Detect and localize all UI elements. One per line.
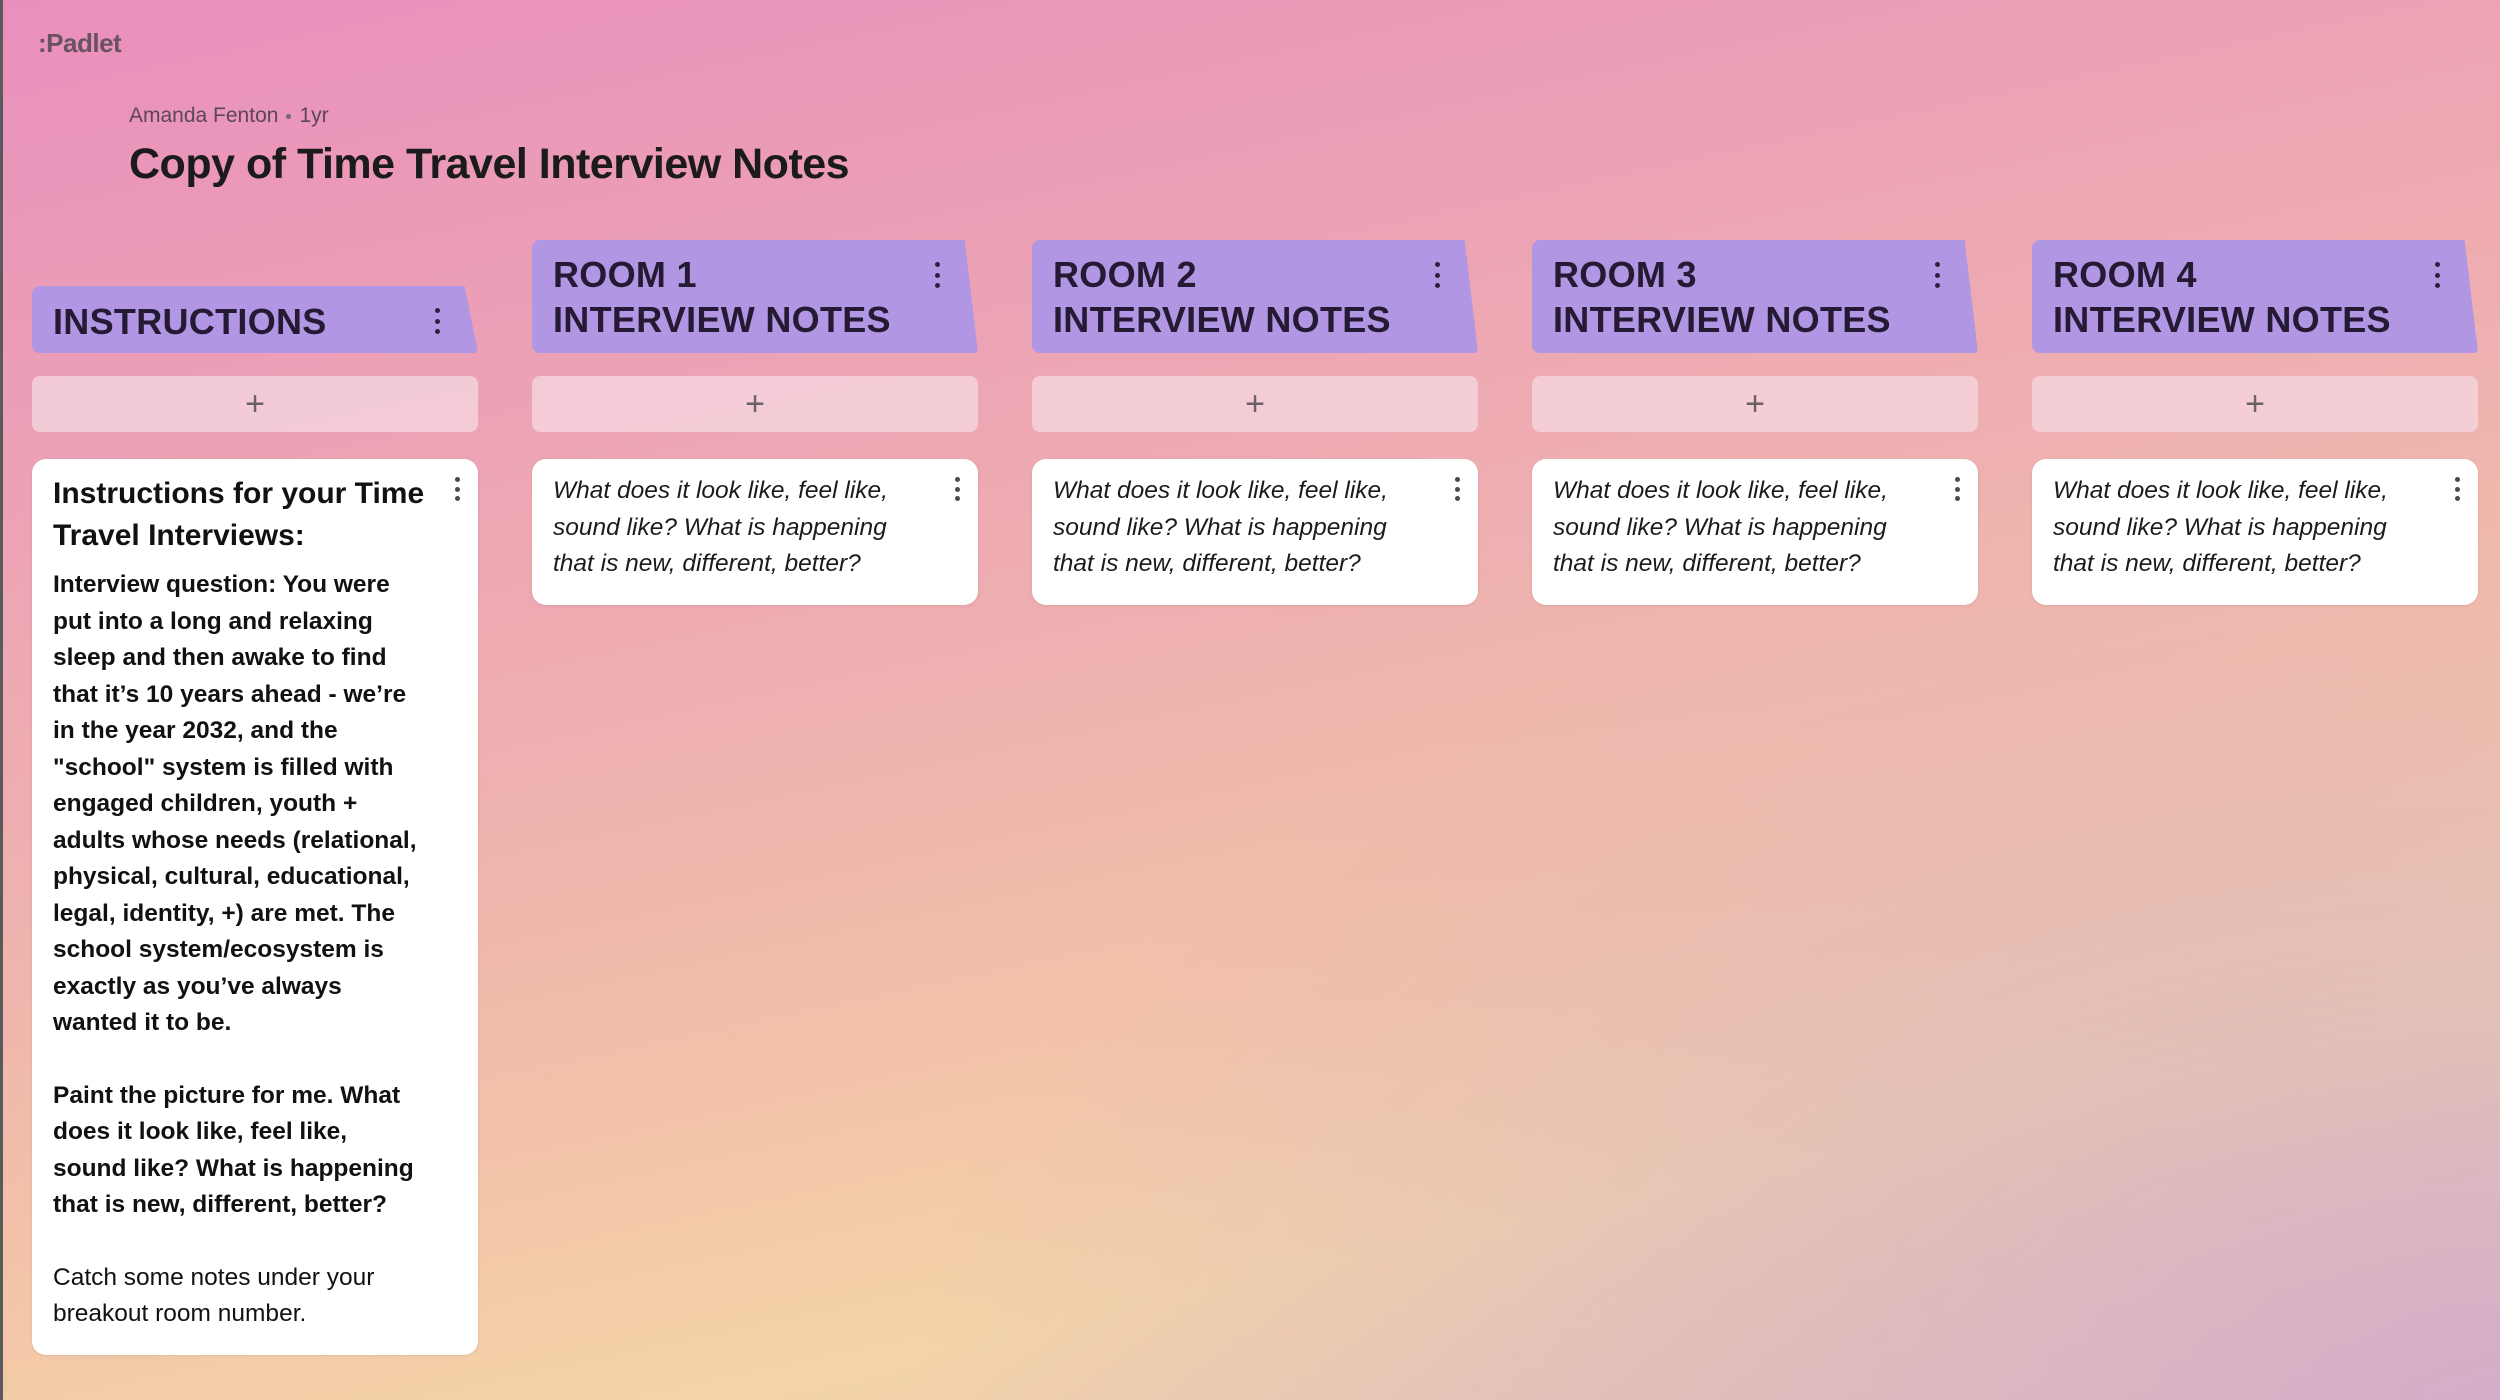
post-text: What does it look like, feel like, sound…	[1053, 477, 1388, 577]
post-card[interactable]: What does it look like, feel like, sound…	[532, 459, 978, 605]
padlet-logo[interactable]: :Padlet	[38, 28, 122, 59]
plus-icon: +	[745, 385, 765, 423]
column-header[interactable]: ROOM 1 INTERVIEW NOTES	[532, 240, 978, 353]
column-room-3: ROOM 3 INTERVIEW NOTES + What does it lo…	[1532, 240, 1978, 605]
board-meta: Amanda Fenton 1yr	[129, 104, 329, 128]
column-room-2: ROOM 2 INTERVIEW NOTES + What does it lo…	[1032, 240, 1478, 605]
post-text: What does it look like, feel like, sound…	[2053, 477, 2388, 577]
column-header[interactable]: INSTRUCTIONS	[32, 286, 478, 353]
board-title: Copy of Time Travel Interview Notes	[129, 140, 850, 188]
board-age: 1yr	[299, 104, 329, 127]
post-card[interactable]: What does it look like, feel like, sound…	[1032, 459, 1478, 605]
post-card[interactable]: What does it look like, feel like, sound…	[2032, 459, 2478, 605]
column-room-4: ROOM 4 INTERVIEW NOTES + What does it lo…	[2032, 240, 2478, 605]
board-author[interactable]: Amanda Fenton	[129, 104, 278, 128]
post-menu-icon[interactable]	[2452, 477, 2462, 501]
post-paragraph: Paint the picture for me. What does it l…	[53, 1081, 414, 1219]
add-post-button[interactable]: +	[32, 376, 478, 432]
post-text: What does it look like, feel like, sound…	[1553, 477, 1888, 577]
column-header[interactable]: ROOM 3 INTERVIEW NOTES	[1532, 240, 1978, 353]
plus-icon: +	[245, 385, 265, 423]
post-heading: Instructions for your Time Travel Interv…	[53, 477, 425, 552]
add-post-button[interactable]: +	[532, 376, 978, 432]
post-paragraph: Catch some notes under your breakout roo…	[53, 1263, 375, 1328]
column-title: ROOM 3 INTERVIEW NOTES	[1553, 254, 1891, 340]
column-instructions: INSTRUCTIONS + Instructions for your Tim…	[32, 240, 478, 1355]
column-title: ROOM 1 INTERVIEW NOTES	[553, 254, 891, 340]
column-menu-icon[interactable]	[2432, 262, 2442, 288]
post-card[interactable]: What does it look like, feel like, sound…	[1532, 459, 1978, 605]
column-title: INSTRUCTIONS	[53, 301, 327, 342]
plus-icon: +	[1745, 385, 1765, 423]
window-edge	[0, 0, 3, 1400]
column-title: ROOM 2 INTERVIEW NOTES	[1053, 254, 1391, 340]
plus-icon: +	[1245, 385, 1265, 423]
post-card[interactable]: Instructions for your Time Travel Interv…	[32, 459, 478, 1355]
column-room-1: ROOM 1 INTERVIEW NOTES + What does it lo…	[532, 240, 978, 605]
post-menu-icon[interactable]	[1452, 477, 1462, 501]
add-post-button[interactable]: +	[1532, 376, 1978, 432]
column-header[interactable]: ROOM 4 INTERVIEW NOTES	[2032, 240, 2478, 353]
column-header[interactable]: ROOM 2 INTERVIEW NOTES	[1032, 240, 1478, 353]
column-menu-icon[interactable]	[432, 308, 442, 334]
add-post-button[interactable]: +	[1032, 376, 1478, 432]
column-menu-icon[interactable]	[1432, 262, 1442, 288]
post-menu-icon[interactable]	[452, 477, 462, 501]
column-menu-icon[interactable]	[932, 262, 942, 288]
post-menu-icon[interactable]	[1952, 477, 1962, 501]
post-menu-icon[interactable]	[952, 477, 962, 501]
add-post-button[interactable]: +	[2032, 376, 2478, 432]
column-title: ROOM 4 INTERVIEW NOTES	[2053, 254, 2391, 340]
separator-dot	[286, 113, 292, 119]
plus-icon: +	[2245, 385, 2265, 423]
column-menu-icon[interactable]	[1932, 262, 1942, 288]
post-text: What does it look like, feel like, sound…	[553, 477, 888, 577]
post-paragraph: Interview question: You were put into a …	[53, 571, 417, 1036]
